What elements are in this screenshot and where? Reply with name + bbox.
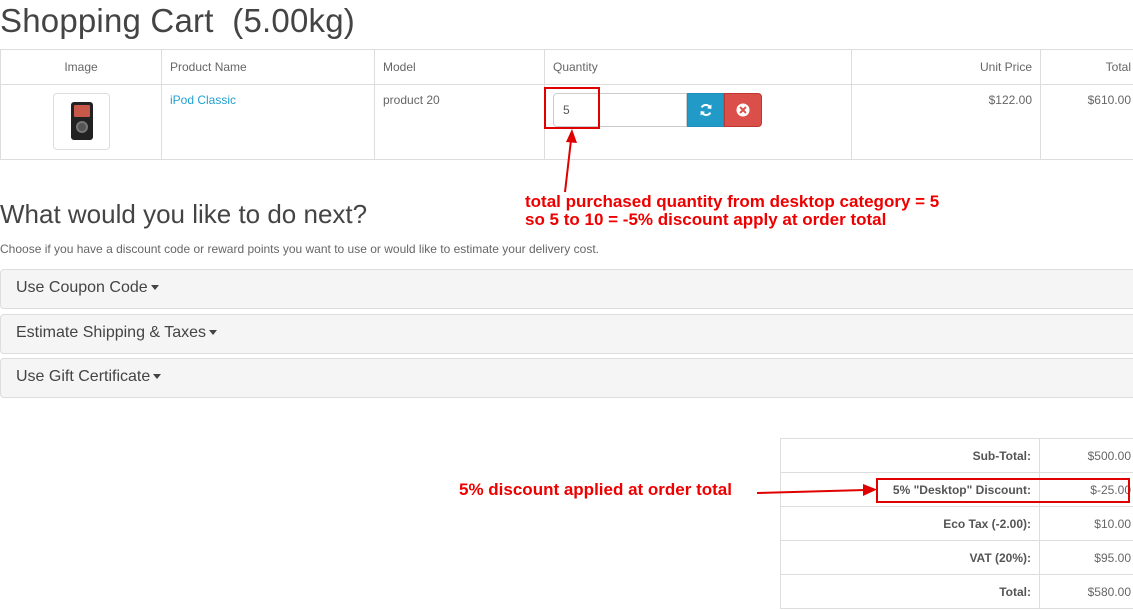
total-label: Total: xyxy=(780,574,1040,609)
next-steps-description: Choose if you have a discount code or re… xyxy=(0,242,599,256)
refresh-icon xyxy=(700,104,711,116)
cell-unit-price: $122.00 xyxy=(851,84,1041,160)
header-image: Image xyxy=(0,49,162,85)
eco-tax-value: $10.00 xyxy=(1039,506,1133,541)
totals-row: VAT (20%): $95.00 xyxy=(780,540,1133,575)
quantity-highlight-box xyxy=(544,87,600,129)
cell-product-name: iPod Classic xyxy=(161,84,375,160)
annotation-note-line1: total purchased quantity from desktop ca… xyxy=(525,192,940,211)
caret-down-icon xyxy=(209,330,218,336)
annotation-arrow-up xyxy=(564,129,577,193)
ipod-image xyxy=(70,102,93,140)
cell-model: product 20 xyxy=(374,84,545,160)
cart-header-row: Image Product Name Model Quantity Unit P… xyxy=(0,49,1133,85)
cell-image xyxy=(0,84,162,160)
annotation-note-line2: so 5 to 10 = -5% discount apply at order… xyxy=(525,210,887,229)
panel-estimate-shipping[interactable]: Estimate Shipping & Taxes xyxy=(0,314,1133,354)
totals-row: Sub-Total: $500.00 xyxy=(780,438,1133,473)
caret-down-icon xyxy=(153,374,162,380)
header-unit-price: Unit Price xyxy=(851,49,1041,85)
subtotal-value: $500.00 xyxy=(1039,438,1133,473)
discount-highlight-box xyxy=(876,478,1130,503)
total-value: $580.00 xyxy=(1039,574,1133,609)
panel-coupon-label: Use Coupon Code xyxy=(16,279,148,296)
vat-value: $95.00 xyxy=(1039,540,1133,575)
totals-row: Eco Tax (-2.00): $10.00 xyxy=(780,506,1133,541)
caret-down-icon xyxy=(150,285,159,291)
header-product-name: Product Name xyxy=(161,49,375,85)
header-quantity: Quantity xyxy=(544,49,852,85)
panel-gift-certificate[interactable]: Use Gift Certificate xyxy=(0,358,1133,398)
times-circle-icon xyxy=(736,103,750,117)
vat-label: VAT (20%): xyxy=(780,540,1040,575)
panel-shipping-label: Estimate Shipping & Taxes xyxy=(16,324,207,341)
remove-button[interactable] xyxy=(724,93,762,127)
update-button[interactable] xyxy=(687,93,724,127)
order-totals-table: Sub-Total: $500.00 5% "Desktop" Discount… xyxy=(780,438,1133,609)
cell-total: $610.00 xyxy=(1040,84,1133,160)
panel-coupon-code[interactable]: Use Coupon Code xyxy=(0,269,1133,309)
annotation-discount-note: 5% discount applied at order total xyxy=(459,480,732,499)
annotation-arrow-right xyxy=(756,484,877,496)
header-model: Model xyxy=(374,49,545,85)
product-thumbnail[interactable] xyxy=(52,93,110,150)
subtotal-label: Sub-Total: xyxy=(780,438,1040,473)
totals-row: Total: $580.00 xyxy=(780,574,1133,609)
page-title: Shopping Cart (5.00kg) xyxy=(0,2,355,39)
panel-gift-label: Use Gift Certificate xyxy=(16,368,151,385)
product-name-link[interactable]: iPod Classic xyxy=(170,93,236,107)
eco-tax-label: Eco Tax (-2.00): xyxy=(780,506,1040,541)
header-total: Total xyxy=(1040,49,1133,85)
next-steps-heading: What would you like to do next? xyxy=(0,199,368,229)
